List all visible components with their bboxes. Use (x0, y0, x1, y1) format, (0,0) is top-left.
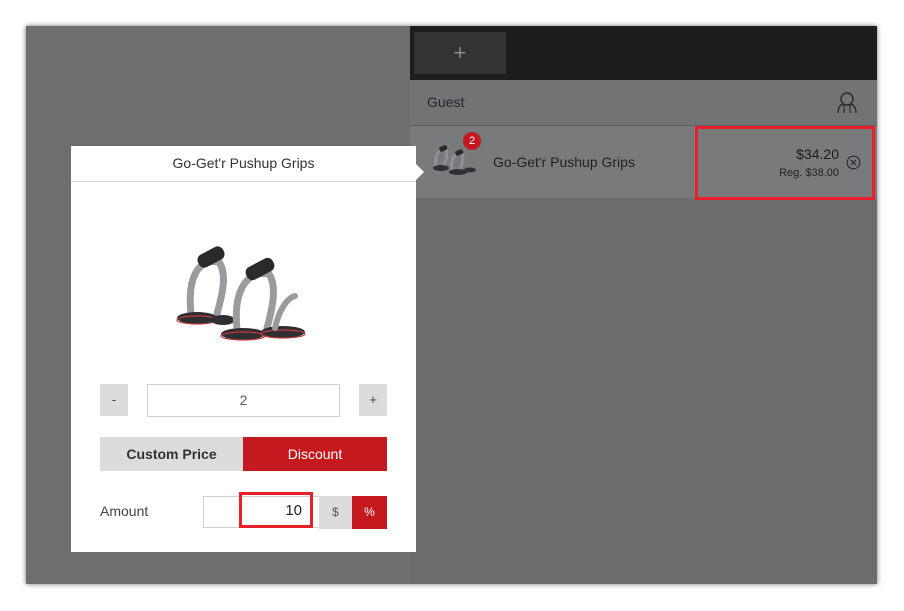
tab-discount[interactable]: Discount (243, 437, 387, 471)
popover-arrow (416, 164, 424, 180)
unit-percent-button[interactable]: % (352, 496, 387, 529)
customer-row[interactable]: Guest (410, 80, 877, 126)
cart-line-item[interactable]: 2 Go-Get'r Pushup Grips $34.20 Reg. $38.… (410, 126, 877, 200)
price-highlight: $34.20 Reg. $38.00 (695, 126, 875, 200)
unit-dollar-button[interactable]: $ (319, 496, 352, 529)
cart-item-price: $34.20 (796, 146, 839, 162)
popover-title: Go-Get'r Pushup Grips (71, 146, 416, 182)
user-outline-icon[interactable] (835, 90, 859, 114)
add-tab-button[interactable]: + (414, 32, 506, 74)
quantity-input[interactable]: 2 (147, 384, 340, 417)
amount-input[interactable]: 10 (239, 492, 313, 528)
amount-label: Amount (100, 503, 149, 519)
tab-custom-price[interactable]: Custom Price (100, 437, 243, 471)
app-window: + Guest 2 Go-Get'r Pushup Grips $34.20 R… (26, 26, 877, 584)
close-circle-icon[interactable] (846, 155, 861, 170)
quantity-increment-button[interactable]: + (359, 384, 387, 416)
product-image (176, 246, 306, 341)
cart-panel: Guest 2 Go-Get'r Pushup Grips $34.20 Reg… (410, 80, 877, 584)
customer-label: Guest (427, 94, 465, 110)
cart-item-regular-price: Reg. $38.00 (779, 167, 839, 179)
quantity-decrement-button[interactable]: - (100, 384, 128, 416)
cart-item-name: Go-Get'r Pushup Grips (493, 154, 635, 170)
quantity-badge: 2 (463, 132, 481, 150)
top-bar: + (410, 26, 877, 80)
item-editor-popover: Go-Get'r Pushup Grips - 2 + Custom Price… (71, 146, 424, 552)
